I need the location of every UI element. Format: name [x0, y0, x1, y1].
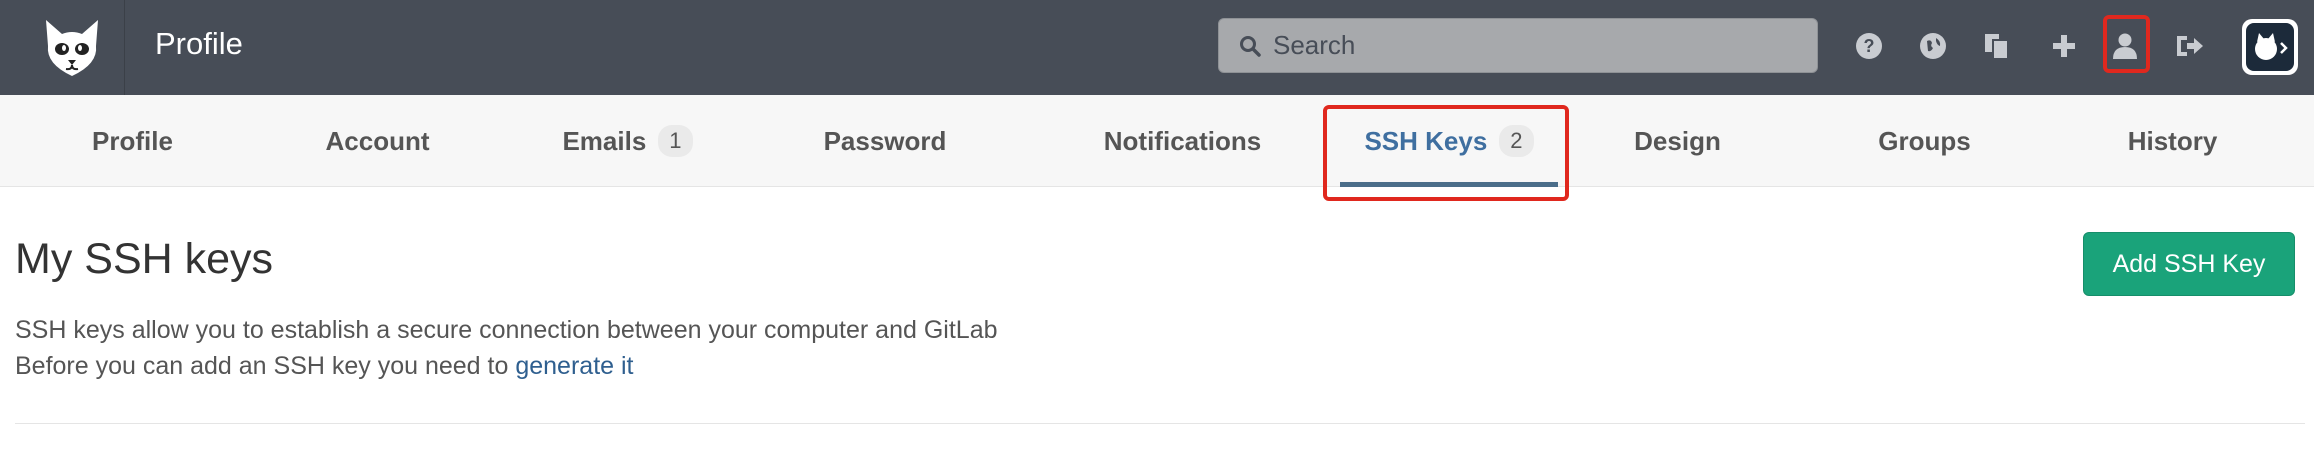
avatar[interactable]	[2242, 19, 2298, 75]
generate-it-link[interactable]: generate it	[515, 352, 633, 380]
tab-design[interactable]: Design	[1585, 95, 1770, 187]
tab-profile[interactable]: Profile	[40, 95, 225, 187]
page-title: My SSH keys	[15, 235, 274, 283]
search-icon	[1240, 35, 1261, 57]
gitlab-logo-icon	[46, 19, 98, 76]
search-input[interactable]	[1273, 30, 1793, 61]
search-box[interactable]	[1218, 18, 1818, 73]
ssh-keys-count-badge: 2	[1499, 125, 1534, 157]
tab-groups[interactable]: Groups	[1832, 95, 2017, 187]
tab-history[interactable]: History	[2080, 95, 2265, 187]
ssh-generate-hint: Before you can add an SSH key you need t…	[15, 352, 634, 380]
globe-icon[interactable]	[1915, 28, 1951, 64]
top-navbar: Profile ?	[0, 0, 2314, 95]
logo-link[interactable]	[20, 0, 125, 95]
tab-notifications[interactable]: Notifications	[1080, 95, 1285, 187]
tab-password[interactable]: Password	[790, 95, 980, 187]
profile-tab-bar: Profile Account Emails 1 Password Notific…	[0, 95, 2314, 187]
user-icon[interactable]	[2107, 28, 2143, 64]
content-divider	[15, 423, 2305, 424]
tab-ssh-keys[interactable]: SSH Keys 2	[1340, 95, 1558, 187]
copy-icon[interactable]	[1979, 28, 2015, 64]
emails-count-badge: 1	[658, 125, 693, 157]
sign-out-icon[interactable]	[2172, 28, 2208, 64]
tab-account[interactable]: Account	[285, 95, 470, 187]
add-ssh-key-button[interactable]: Add SSH Key	[2083, 232, 2295, 296]
page-title-header: Profile	[155, 26, 243, 61]
svg-text:?: ?	[1864, 36, 1875, 56]
plus-icon[interactable]	[2046, 28, 2082, 64]
tab-emails[interactable]: Emails 1	[530, 95, 725, 187]
ssh-description: SSH keys allow you to establish a secure…	[15, 316, 998, 344]
help-icon[interactable]: ?	[1851, 28, 1887, 64]
